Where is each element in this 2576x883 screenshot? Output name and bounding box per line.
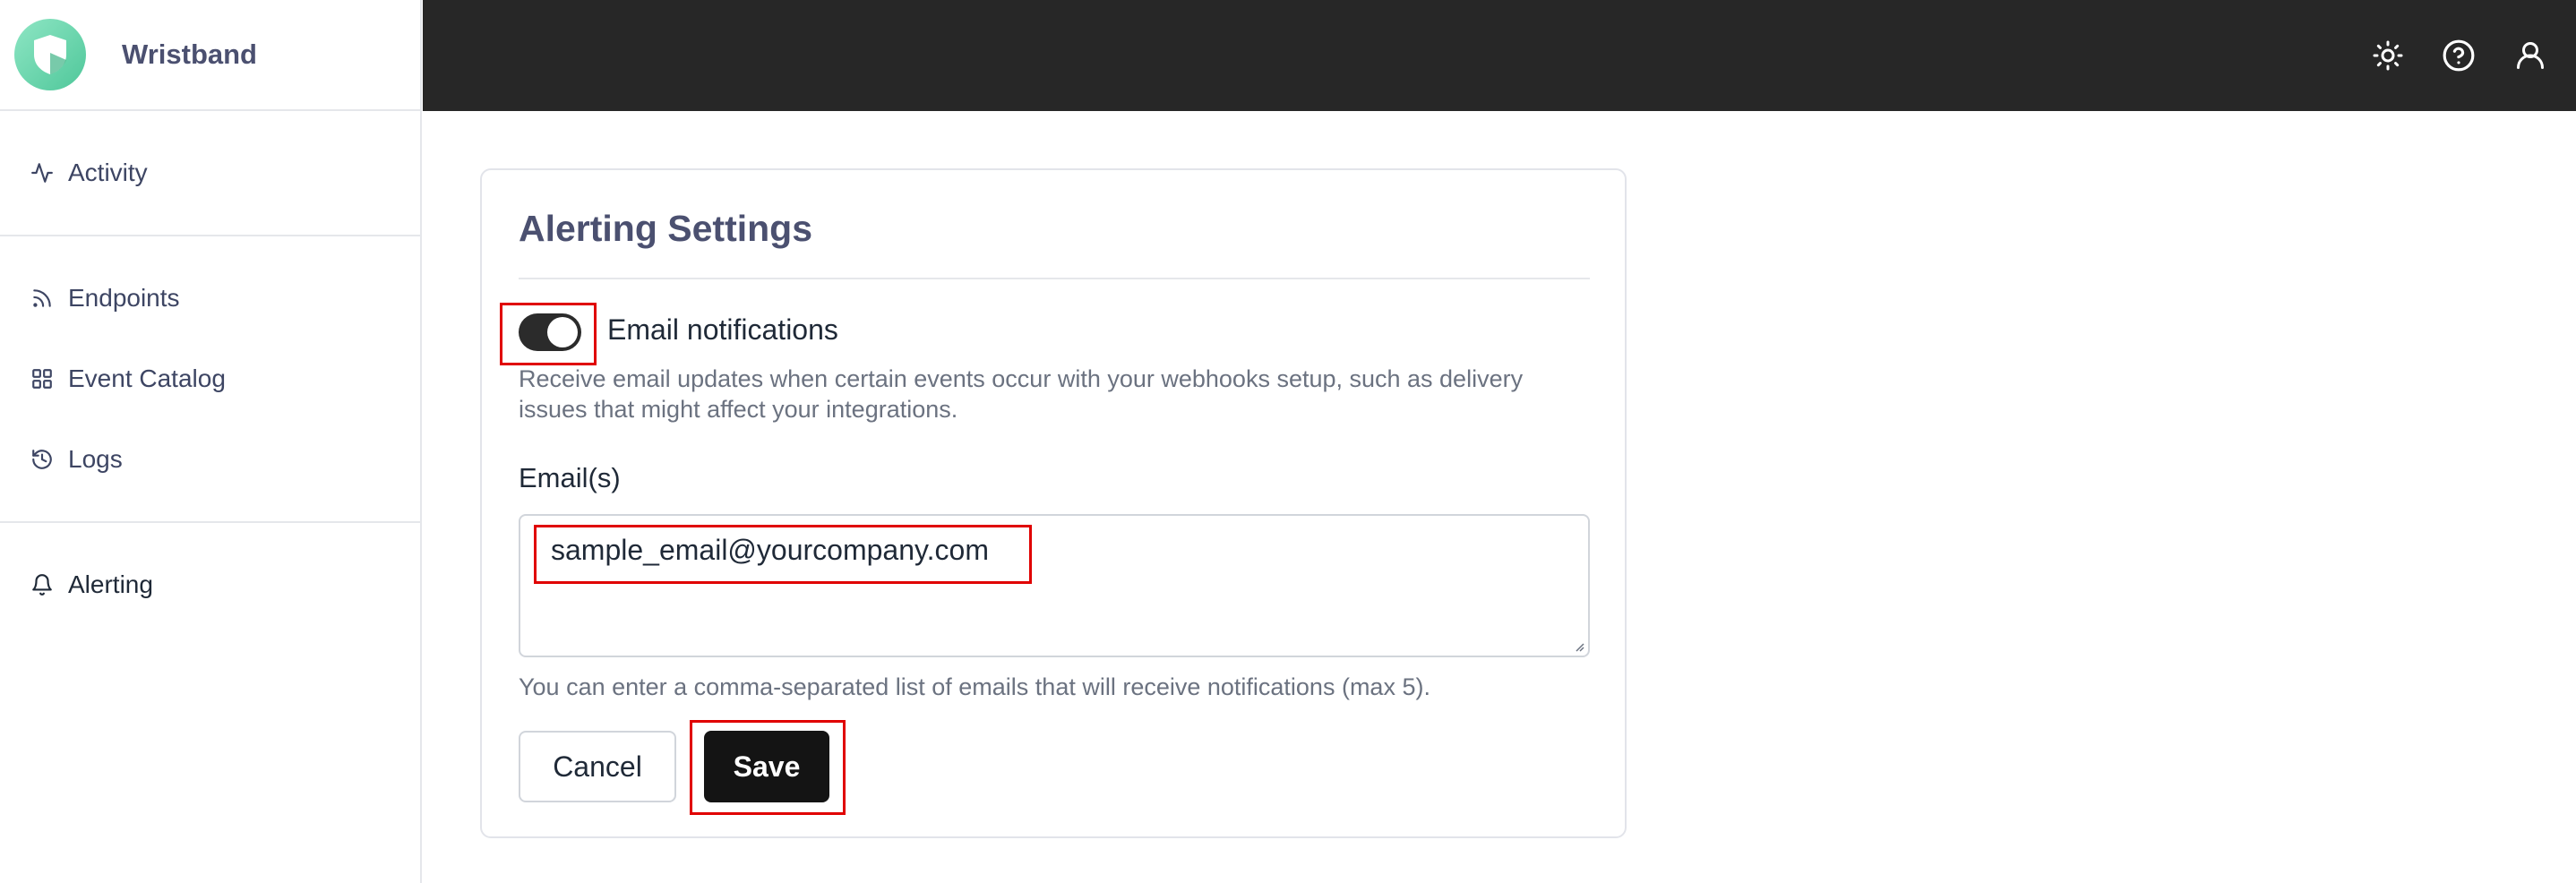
resize-handle-icon[interactable] — [1572, 639, 1584, 652]
nav-group-overview: Activity — [0, 111, 420, 236]
alerting-settings-card: Alerting Settings Email notifications Re… — [480, 168, 1627, 838]
grid-icon — [29, 365, 56, 392]
sidebar-item-activity[interactable]: Activity — [0, 133, 420, 213]
sidebar-item-logs[interactable]: Logs — [0, 419, 420, 500]
user-icon[interactable] — [2511, 36, 2550, 75]
sun-icon[interactable] — [2368, 36, 2408, 75]
emails-label: Email(s) — [519, 462, 621, 493]
sidebar-item-label: Event Catalog — [68, 364, 226, 392]
sidebar-item-label: Logs — [68, 445, 123, 473]
nav-group-settings: Alerting — [0, 523, 420, 647]
sidebar-item-alerting[interactable]: Alerting — [0, 544, 420, 625]
sidebar-item-label: Endpoints — [68, 284, 180, 312]
email-notifications-toggle[interactable] — [519, 313, 581, 351]
bell-icon — [29, 571, 56, 598]
shield-icon — [34, 35, 66, 74]
sidebar-item-event-catalog[interactable]: Event Catalog — [0, 339, 420, 419]
nav-group-webhooks: Endpoints Event Catalog Logs — [0, 236, 420, 523]
sidebar: Wristband Activity Endpoints Event Catal… — [0, 0, 422, 883]
history-icon — [29, 446, 56, 473]
help-circle-icon[interactable] — [2439, 36, 2478, 75]
rss-icon — [29, 285, 56, 312]
toggle-description: Receive email updates when certain event… — [519, 365, 1524, 423]
divider — [519, 278, 1590, 279]
sidebar-item-label: Activity — [68, 159, 148, 186]
app-name: Wristband — [122, 39, 257, 70]
top-bar — [423, 0, 2576, 111]
brand[interactable]: Wristband — [0, 0, 420, 111]
card-title: Alerting Settings — [519, 208, 813, 249]
toggle-label: Email notifications — [607, 313, 838, 346]
cancel-button[interactable]: Cancel — [519, 731, 676, 802]
activity-icon — [29, 159, 56, 186]
wristband-logo — [14, 19, 86, 90]
sidebar-item-label: Alerting — [68, 570, 153, 598]
highlight-box — [534, 525, 1032, 584]
sidebar-item-endpoints[interactable]: Endpoints — [0, 258, 420, 339]
main-content: Alerting Settings Email notifications Re… — [423, 111, 2576, 883]
emails-hint: You can enter a comma-separated list of … — [519, 673, 1430, 700]
toggle-knob — [547, 317, 578, 347]
save-button[interactable]: Save — [704, 731, 829, 802]
